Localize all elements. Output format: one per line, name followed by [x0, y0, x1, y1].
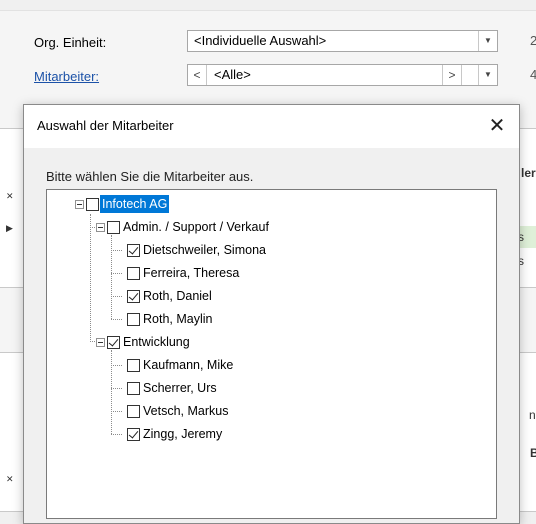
chevron-down-icon[interactable]: ▼ [478, 31, 497, 51]
close-icon[interactable]: ✕ [475, 105, 519, 148]
collapse-icon[interactable] [96, 338, 105, 347]
tree-node-label: Ferreira, Theresa [143, 266, 240, 280]
tree-checkbox[interactable] [107, 221, 120, 234]
row-pointer-icon: ▶ [6, 223, 13, 233]
tree-node-label: Kaufmann, Mike [143, 358, 234, 372]
employee-selection-dialog: Auswahl der Mitarbeiter ✕ Bitte wählen S… [23, 104, 520, 524]
grid-text-fragment: n [529, 408, 536, 422]
tree-checkbox[interactable] [107, 336, 120, 349]
tree-checkbox[interactable] [127, 267, 140, 280]
tree-node-label: Entwicklung [123, 335, 190, 349]
tree-node-scherrer-urs[interactable]: Scherrer, Urs [57, 379, 357, 399]
row-indicator-icon: ✕ [6, 474, 14, 484]
tree-node-roth-daniel[interactable]: Roth, Daniel [57, 287, 357, 307]
tree-node-kaufmann-mike[interactable]: Kaufmann, Mike [57, 356, 357, 376]
tree-node-ferreira-theresa[interactable]: Ferreira, Theresa [57, 264, 357, 284]
employees-prev-button[interactable]: < [188, 65, 207, 85]
dialog-titlebar: Auswahl der Mitarbeiter ✕ [24, 105, 519, 148]
tree-node-entwicklung[interactable]: Entwicklung [57, 333, 357, 353]
row-indicator-icon: ✕ [6, 191, 14, 201]
tree-checkbox[interactable] [127, 313, 140, 326]
employee-tree[interactable]: Infotech AG Admin. / Support / Verkauf D… [46, 189, 497, 519]
tree-node-label: Zingg, Jeremy [143, 427, 223, 441]
tree-node-admin-support-verkauf[interactable]: Admin. / Support / Verkauf [57, 218, 357, 238]
tree-node-label: Scherrer, Urs [143, 381, 217, 395]
chevron-down-icon[interactable]: ▼ [478, 65, 497, 85]
employees-value: <Alle> [214, 67, 251, 82]
right-edge-fragment: 2 [530, 33, 536, 48]
tree-node-label: Dietschweiler, Simona [143, 243, 266, 257]
tree-checkbox[interactable] [127, 244, 140, 257]
tree-checkbox[interactable] [127, 428, 140, 441]
right-edge-fragment: 4 [530, 67, 536, 82]
tree-checkbox[interactable] [127, 359, 140, 372]
grid-header-fragment: B [530, 446, 536, 460]
employees-selector[interactable]: < <Alle> > ▼ [187, 64, 498, 86]
tree-node-infotech-ag[interactable]: Infotech AG [57, 195, 257, 215]
org-unit-combobox[interactable]: <Individuelle Auswahl> ▼ [187, 30, 498, 52]
tree-node-roth-maylin[interactable]: Roth, Maylin [57, 310, 357, 330]
tree-checkbox[interactable] [127, 405, 140, 418]
tree-checkbox[interactable] [127, 290, 140, 303]
org-unit-value: <Individuelle Auswahl> [194, 33, 327, 48]
tree-node-label: Infotech AG [100, 195, 170, 213]
tree-checkbox[interactable] [127, 382, 140, 395]
tree-node-zingg-jeremy[interactable]: Zingg, Jeremy [57, 425, 357, 445]
tree-node-label: Roth, Maylin [143, 312, 213, 326]
dialog-instruction: Bitte wählen Sie die Mitarbeiter aus. [46, 169, 254, 184]
tree-node-label: Admin. / Support / Verkauf [123, 220, 269, 234]
window-top-strip [0, 0, 536, 11]
tree-node-vetsch-markus[interactable]: Vetsch, Markus [57, 402, 357, 422]
tree-node-dietschweiler-simona[interactable]: Dietschweiler, Simona [57, 241, 357, 261]
employees-link[interactable]: Mitarbeiter: [34, 69, 99, 84]
tree-node-label: Vetsch, Markus [143, 404, 229, 418]
collapse-icon[interactable] [75, 200, 84, 209]
tree-node-label: Roth, Daniel [143, 289, 212, 303]
tree-checkbox[interactable] [86, 198, 99, 211]
org-unit-label: Org. Einheit: [34, 35, 107, 50]
grid-header-fragment: ler [521, 166, 536, 180]
collapse-icon[interactable] [96, 223, 105, 232]
dialog-title: Auswahl der Mitarbeiter [37, 118, 174, 133]
employees-next-button[interactable]: > [442, 65, 462, 85]
